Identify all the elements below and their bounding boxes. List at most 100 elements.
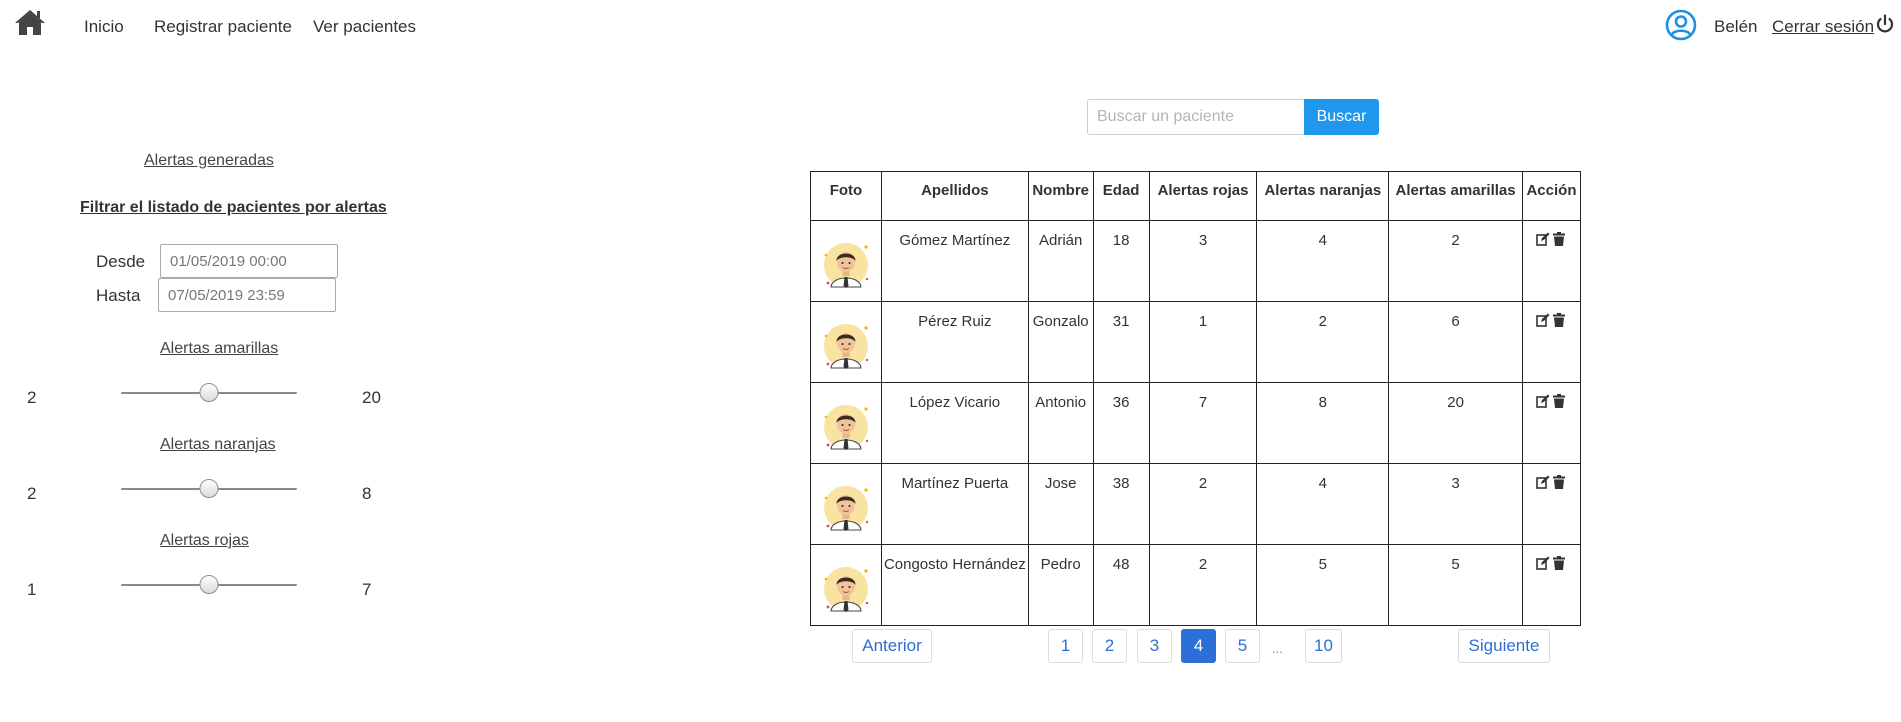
page-button-3[interactable]: 3 [1137, 629, 1172, 663]
red-alerts-label: Alertas rojas [160, 532, 249, 549]
photo-cell [810, 382, 882, 464]
avatar-icon [823, 324, 869, 369]
red-alerts-max: 7 [362, 580, 372, 599]
nav-link-registrar-paciente[interactable]: Registrar paciente [154, 17, 292, 37]
from-date-input[interactable] [160, 244, 338, 278]
cell-alertas-naranjas: 8 [1256, 382, 1390, 464]
avatar-icon [823, 243, 869, 288]
cell-alertas-rojas: 2 [1148, 544, 1258, 626]
column-header-foto: Foto [810, 171, 882, 221]
action-icons [1536, 475, 1566, 489]
table-row[interactable]: Martínez Puerta Jose 38 2 4 3 [810, 463, 1582, 545]
yellow-alerts-label: Alertas amarillas [160, 340, 279, 357]
trash-icon[interactable] [1552, 475, 1566, 489]
alerts-generated-link[interactable]: Alertas generadas [144, 152, 274, 170]
action-icons [1536, 394, 1566, 408]
cell-accion [1521, 544, 1582, 626]
cell-alertas-naranjas: 2 [1256, 301, 1390, 383]
orange-alerts-slider[interactable] [121, 479, 297, 499]
cell-accion [1521, 382, 1582, 464]
cell-nombre: Gonzalo [1027, 301, 1094, 383]
trash-icon[interactable] [1552, 556, 1566, 570]
cell-edad: 31 [1092, 301, 1150, 383]
cell-edad: 38 [1092, 463, 1150, 545]
trash-icon[interactable] [1552, 313, 1566, 327]
cell-alertas-amarillas: 3 [1388, 463, 1523, 545]
home-icon[interactable] [14, 8, 46, 36]
slider-thumb[interactable] [199, 383, 219, 402]
avatar-icon [823, 405, 869, 450]
avatar-icon [823, 567, 869, 612]
table-row[interactable]: Pérez Ruiz Gonzalo 31 1 2 6 [810, 301, 1582, 383]
cell-alertas-naranjas: 4 [1256, 463, 1390, 545]
orange-alerts-label: Alertas naranjas [160, 436, 276, 453]
logout-link[interactable]: Cerrar sesión [1772, 17, 1874, 37]
red-alerts-slider[interactable] [121, 575, 297, 595]
trash-icon[interactable] [1552, 232, 1566, 246]
edit-icon[interactable] [1536, 232, 1550, 246]
slider-thumb[interactable] [199, 575, 219, 594]
nav-link-ver-pacientes[interactable]: Ver pacientes [313, 17, 416, 37]
action-icons [1536, 232, 1566, 246]
column-header-edad: Edad [1092, 171, 1150, 221]
cell-alertas-amarillas: 2 [1388, 220, 1523, 302]
cell-alertas-amarillas: 6 [1388, 301, 1523, 383]
page-button-10[interactable]: 10 [1305, 629, 1342, 663]
orange-alerts-max: 8 [362, 484, 372, 503]
action-icons [1536, 313, 1566, 327]
cell-edad: 48 [1092, 544, 1150, 626]
user-name: Belén [1714, 17, 1758, 36]
slider-thumb[interactable] [199, 479, 219, 498]
page-button-5[interactable]: 5 [1225, 629, 1260, 663]
cell-alertas-naranjas: 4 [1256, 220, 1390, 302]
edit-icon[interactable] [1536, 475, 1550, 489]
avatar-icon [823, 486, 869, 531]
column-header-alertas-rojas: Alertas rojas [1148, 171, 1258, 221]
nav-link-inicio[interactable]: Inicio [84, 17, 124, 37]
table-row[interactable]: Congosto Hernández Pedro 48 2 5 5 [810, 544, 1582, 626]
search-button[interactable]: Buscar [1304, 99, 1379, 135]
edit-icon[interactable] [1536, 556, 1550, 570]
column-header-apellidos: Apellidos [880, 171, 1029, 221]
column-header-accion: Acción [1521, 171, 1582, 221]
cell-nombre: Jose [1027, 463, 1094, 545]
cell-alertas-rojas: 1 [1148, 301, 1258, 383]
filter-title: Filtrar el listado de pacientes por aler… [80, 199, 387, 216]
cell-nombre: Adrián [1027, 220, 1094, 302]
column-header-nombre: Nombre [1027, 171, 1094, 221]
to-date-input[interactable] [158, 278, 336, 312]
yellow-alerts-slider[interactable] [121, 383, 297, 403]
cell-alertas-amarillas: 20 [1388, 382, 1523, 464]
user-circle-icon[interactable] [1665, 9, 1697, 41]
cell-apellidos: Martínez Puerta [880, 463, 1029, 545]
power-icon[interactable] [1874, 13, 1896, 35]
page-button-1[interactable]: 1 [1048, 629, 1083, 663]
edit-icon[interactable] [1536, 394, 1550, 408]
yellow-alerts-min: 2 [27, 388, 37, 407]
page-ellipsis: ... [1272, 641, 1283, 656]
page-button-2[interactable]: 2 [1092, 629, 1127, 663]
photo-cell [810, 220, 882, 302]
edit-icon[interactable] [1536, 313, 1550, 327]
next-page-button[interactable]: Siguiente [1458, 629, 1550, 663]
cell-apellidos: Gómez Martínez [880, 220, 1029, 302]
cell-apellidos: Congosto Hernández [880, 544, 1029, 626]
yellow-alerts-max: 20 [362, 388, 381, 407]
trash-icon[interactable] [1552, 394, 1566, 408]
orange-alerts-min: 2 [27, 484, 37, 503]
cell-accion [1521, 301, 1582, 383]
action-icons [1536, 556, 1566, 570]
cell-accion [1521, 463, 1582, 545]
page-button-4[interactable]: 4 [1181, 629, 1216, 663]
previous-page-button[interactable]: Anterior [852, 629, 932, 663]
table-row[interactable]: Gómez Martínez Adrián 18 3 4 2 [810, 220, 1582, 302]
cell-edad: 36 [1092, 382, 1150, 464]
cell-alertas-rojas: 7 [1148, 382, 1258, 464]
table-row[interactable]: López Vicario Antonio 36 7 8 20 [810, 382, 1582, 464]
cell-nombre: Antonio [1027, 382, 1094, 464]
top-navbar: Inicio Registrar paciente Ver pacientes … [0, 0, 1901, 54]
patients-table: Foto Apellidos Nombre Edad Alertas rojas… [810, 171, 1582, 626]
photo-cell [810, 544, 882, 626]
search-input[interactable] [1087, 99, 1304, 135]
table-header-row: Foto Apellidos Nombre Edad Alertas rojas… [810, 171, 1582, 221]
